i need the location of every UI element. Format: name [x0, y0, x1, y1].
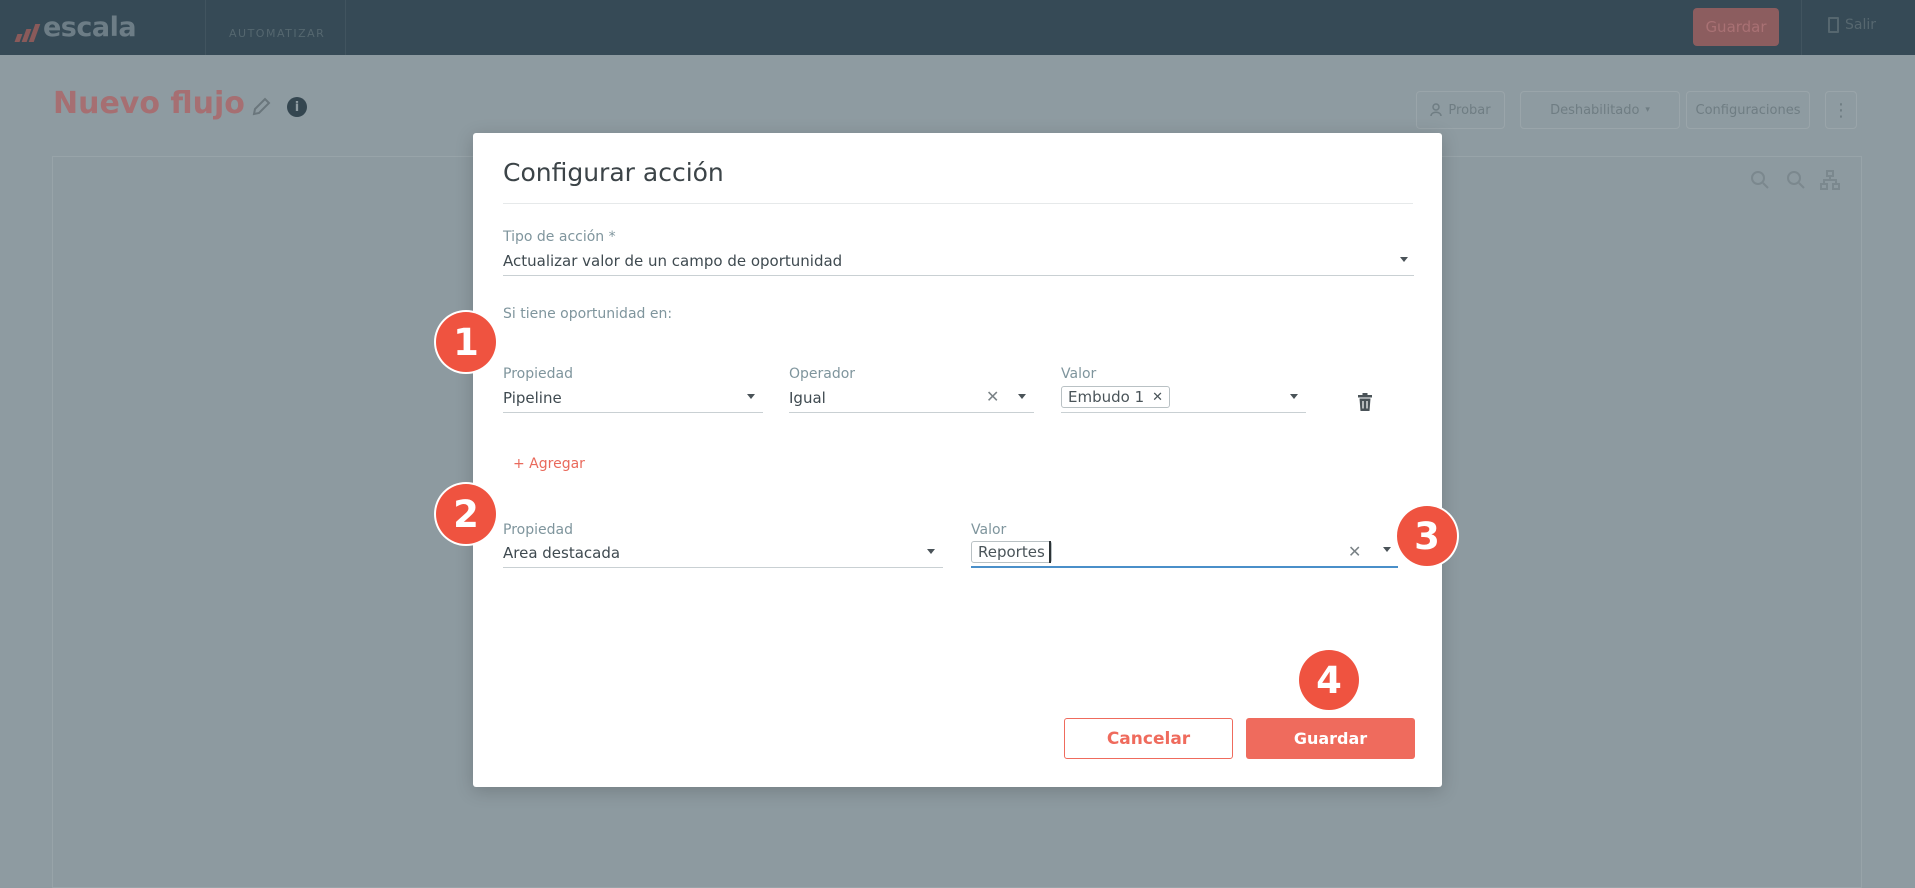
topbar-save-button[interactable]: Guardar	[1693, 8, 1779, 46]
update-property-value: Area destacada	[503, 544, 621, 562]
logo-bars-icon	[14, 24, 41, 42]
logo-text: escala	[43, 12, 137, 43]
remove-chip-icon[interactable]: ✕	[1152, 390, 1163, 405]
update-value-label: Valor	[971, 522, 1007, 538]
caret-down-icon	[747, 394, 755, 399]
test-button-label: Probar	[1448, 102, 1491, 118]
status-label: Deshabilitado	[1550, 102, 1640, 118]
step-badge-3: 3	[1397, 506, 1457, 566]
caret-down-icon	[1290, 394, 1298, 399]
value-chip-label: Reportes	[978, 543, 1045, 561]
caret-down-icon	[1018, 394, 1026, 399]
save-button[interactable]: Guardar	[1246, 718, 1415, 759]
door-icon	[1828, 17, 1839, 33]
more-options-button[interactable]: ⋮	[1825, 91, 1857, 129]
zoom-in-icon[interactable]	[1750, 170, 1770, 190]
operator-value: Igual	[789, 389, 826, 407]
value-chip: Embudo 1 ✕	[1061, 386, 1171, 408]
status-dropdown[interactable]: Deshabilitado ▾	[1520, 91, 1680, 129]
step-badge-4: 4	[1299, 650, 1359, 710]
condition-property-value: Pipeline	[503, 389, 562, 407]
configure-action-dialog: Configurar acción Tipo de acción * Actua…	[473, 133, 1442, 787]
topbar-divider	[345, 0, 346, 55]
clear-icon[interactable]: ✕	[1348, 543, 1361, 561]
text-cursor	[1049, 541, 1051, 563]
trash-icon[interactable]	[1357, 393, 1373, 411]
value-chip: Reportes	[971, 541, 1052, 563]
operator-select[interactable]: Igual ✕	[789, 383, 1034, 413]
action-type-value: Actualizar valor de un campo de oportuni…	[503, 252, 843, 270]
escala-logo[interactable]: escala	[14, 12, 137, 43]
step-badge-1: 1	[436, 312, 496, 372]
update-value-input[interactable]: Reportes ✕	[971, 538, 1398, 568]
test-button[interactable]: Probar	[1416, 91, 1505, 129]
add-condition-link[interactable]: + Agregar	[513, 456, 585, 472]
value-chip-label: Embudo 1	[1068, 388, 1145, 406]
clear-icon[interactable]: ✕	[986, 388, 999, 406]
dialog-title: Configurar acción	[503, 158, 724, 187]
topbar-divider	[205, 0, 206, 55]
pencil-icon[interactable]	[250, 96, 272, 118]
settings-label: Configuraciones	[1695, 102, 1801, 118]
dialog-divider	[503, 203, 1413, 204]
settings-button[interactable]: Configuraciones	[1686, 91, 1810, 129]
condition-section-label: Si tiene oportunidad en:	[503, 306, 673, 322]
tree-layout-icon[interactable]	[1820, 170, 1840, 190]
caret-down-icon	[927, 549, 935, 554]
info-icon[interactable]: i	[287, 97, 307, 117]
topbar-divider	[1801, 0, 1802, 55]
update-property-label: Propiedad	[503, 522, 573, 538]
top-navigation-bar: escala AUTOMATIZAR Guardar Salir	[0, 0, 1915, 55]
cancel-button[interactable]: Cancelar	[1064, 718, 1233, 759]
update-property-select[interactable]: Area destacada	[503, 538, 943, 568]
user-icon	[1430, 103, 1443, 117]
action-type-label: Tipo de acción *	[503, 229, 616, 245]
condition-property-select[interactable]: Pipeline	[503, 383, 763, 413]
condition-value-select[interactable]: Embudo 1 ✕	[1061, 383, 1306, 413]
condition-property-label: Propiedad	[503, 366, 573, 382]
chevron-down-icon: ▾	[1645, 105, 1650, 115]
caret-down-icon	[1383, 547, 1391, 552]
caret-down-icon	[1400, 257, 1408, 262]
exit-button[interactable]: Salir	[1828, 17, 1876, 33]
step-badge-2: 2	[436, 484, 496, 544]
condition-value-label: Valor	[1061, 366, 1097, 382]
action-type-select[interactable]: Actualizar valor de un campo de oportuni…	[503, 246, 1414, 276]
operator-label: Operador	[789, 366, 856, 382]
page-title: Nuevo flujo	[53, 86, 245, 121]
exit-label: Salir	[1845, 17, 1877, 33]
zoom-out-icon[interactable]	[1786, 170, 1806, 190]
kebab-icon: ⋮	[1832, 99, 1850, 121]
module-name[interactable]: AUTOMATIZAR	[229, 27, 325, 40]
